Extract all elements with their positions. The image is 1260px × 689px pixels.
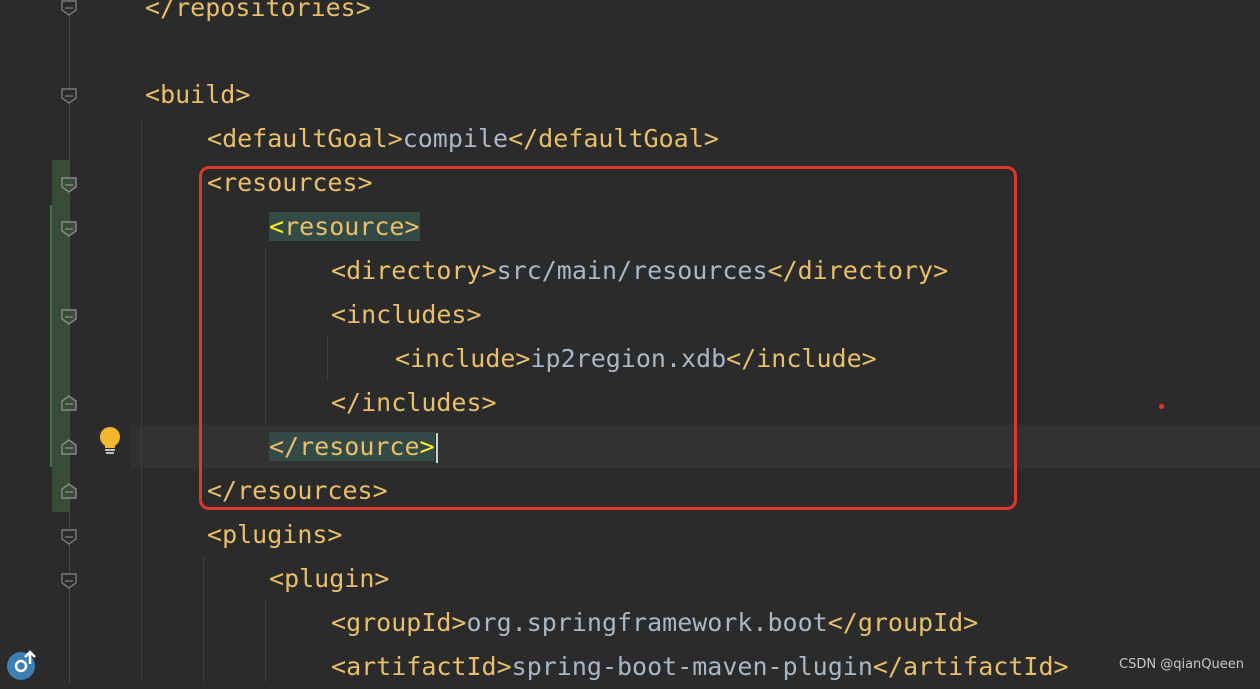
xml-text-value: org.springframework.boot: [466, 608, 828, 637]
fold-marker-icon[interactable]: [61, 573, 77, 589]
fold-marker-icon[interactable]: [61, 221, 77, 237]
fold-marker-icon[interactable]: [61, 309, 77, 325]
fold-marker-icon[interactable]: [61, 483, 77, 499]
xml-text-value: spring-boot-maven-plugin: [511, 652, 873, 681]
xml-end-tag: </defaultGoal>: [508, 124, 719, 153]
xml-tag-name: artifactId: [346, 652, 497, 681]
code-line-repositories-close[interactable]: </repositories>: [145, 0, 371, 30]
xml-tag-open: <: [269, 564, 285, 593]
intention-bulb-icon[interactable]: [98, 426, 122, 456]
xml-tag-name: plugin: [284, 564, 375, 593]
indent-guide: [203, 556, 204, 682]
indent-guide: [265, 600, 266, 682]
code-line-plugin[interactable]: <plugin>: [269, 557, 389, 601]
xml-tag-close: >: [387, 124, 403, 153]
code-line-plugins[interactable]: <plugins>: [207, 513, 342, 557]
xml-tag-name: defaultGoal: [222, 124, 388, 153]
xml-tag-open: <: [331, 652, 347, 681]
xml-tag-name: repositories: [175, 0, 356, 22]
annotation-dot: [1159, 404, 1164, 409]
xml-tag-open: <: [145, 80, 161, 109]
indent-guide: [141, 118, 142, 682]
xml-end-tag: </artifactId>: [872, 652, 1069, 681]
vcs-change-marker-edge: [50, 205, 52, 467]
xml-tag-open: <: [331, 608, 347, 637]
xml-tag-open: <: [207, 124, 223, 153]
code-line-artifact-id[interactable]: <artifactId>spring-boot-maven-plugin</ar…: [331, 645, 1069, 689]
xml-tag-close: >: [496, 652, 512, 681]
fold-marker-icon[interactable]: [61, 529, 77, 545]
xml-tag-open: </: [145, 0, 176, 22]
fold-marker-icon[interactable]: [61, 395, 77, 411]
code-line-build[interactable]: <build>: [145, 73, 250, 117]
fold-marker-icon[interactable]: [61, 177, 77, 193]
xml-text-value: compile: [402, 124, 509, 153]
xml-tag-close: >: [327, 520, 343, 549]
xml-tag-name: build: [160, 80, 236, 109]
code-line-group-id[interactable]: <groupId>org.springframework.boot</group…: [331, 601, 978, 645]
xml-tag-name: plugins: [222, 520, 328, 549]
fold-marker-icon[interactable]: [61, 88, 77, 104]
xml-tag-name: groupId: [346, 608, 452, 637]
annotation-highlight-box: [199, 166, 1017, 510]
xml-end-tag: </groupId>: [827, 608, 979, 637]
fold-marker-icon[interactable]: [61, 0, 77, 16]
xml-tag-open: <: [207, 520, 223, 549]
fold-marker-icon[interactable]: [61, 439, 77, 455]
watermark-text: CSDN @qianQueen: [1119, 657, 1244, 672]
xml-tag-close: >: [451, 608, 467, 637]
code-line-default-goal[interactable]: <defaultGoal>compile</defaultGoal>: [207, 117, 719, 161]
xml-tag-close: >: [355, 0, 371, 22]
vcs-change-marker[interactable]: [52, 160, 69, 512]
xml-tag-close: >: [235, 80, 251, 109]
update-icon[interactable]: [6, 648, 40, 682]
xml-tag-close: >: [374, 564, 390, 593]
